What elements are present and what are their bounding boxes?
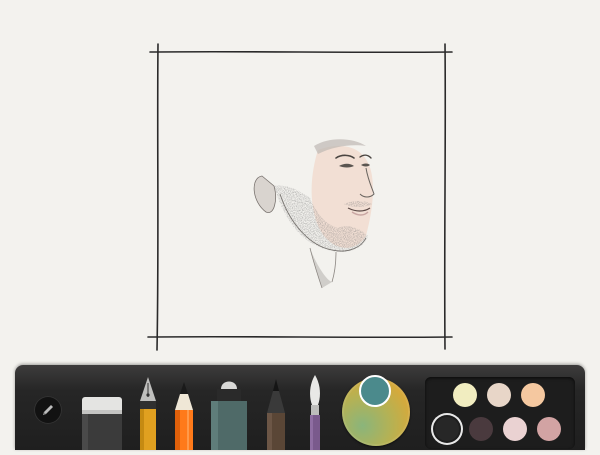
fountain-pen-tool[interactable] — [137, 375, 159, 450]
frame-right-line — [443, 43, 447, 350]
drawing-canvas[interactable] — [0, 0, 600, 365]
palette-swatch-cream[interactable] — [453, 383, 477, 407]
watercolor-brush-tool[interactable] — [304, 373, 326, 450]
frame-left-line — [156, 43, 159, 351]
outliner-icon — [267, 379, 285, 450]
pencil-icon — [43, 405, 53, 415]
current-color-swatch[interactable] — [359, 375, 391, 407]
pencil-tool[interactable] — [173, 380, 195, 450]
palette-swatch-peach[interactable] — [521, 383, 545, 407]
watercolor-brush-icon — [310, 375, 320, 450]
marker-tool[interactable] — [210, 377, 248, 450]
palette-swatch-dusty-rose[interactable] — [537, 417, 561, 441]
tools-menu-button[interactable] — [34, 396, 62, 424]
eraser-icon — [82, 397, 122, 450]
marker-icon — [211, 381, 247, 450]
pencil-icon — [175, 382, 193, 450]
eraser-tool[interactable] — [81, 395, 123, 450]
palette-swatch-light-pink[interactable] — [503, 417, 527, 441]
palette-swatch-plum[interactable] — [469, 417, 493, 441]
color-palette — [425, 377, 575, 449]
tool-tray — [15, 365, 585, 450]
fountain-pen-icon — [140, 377, 156, 450]
frame-top-line — [149, 50, 453, 54]
outliner-tool[interactable] — [263, 377, 289, 450]
portrait-sketch — [253, 139, 375, 289]
palette-swatch-beige[interactable] — [487, 383, 511, 407]
palette-swatch-black[interactable] — [435, 417, 459, 441]
frame-bottom-line — [147, 335, 453, 339]
color-mixer-wheel[interactable] — [342, 375, 410, 446]
